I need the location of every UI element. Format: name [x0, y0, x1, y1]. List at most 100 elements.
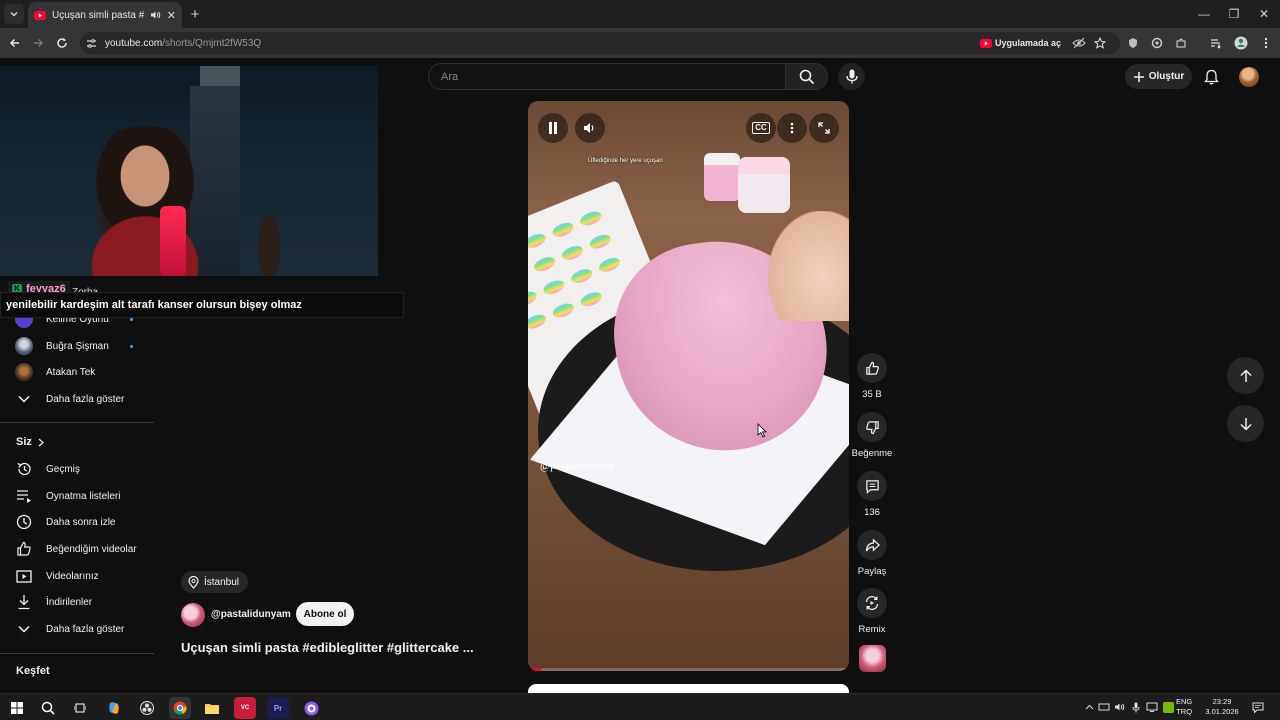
minimize-icon[interactable]: —	[1194, 4, 1214, 24]
reload-icon[interactable]	[52, 33, 72, 53]
extensions-puzzle-icon[interactable]	[1173, 35, 1189, 51]
extension-shield-icon[interactable]	[1125, 35, 1141, 51]
video-scene-jar	[738, 157, 790, 213]
new-tab-button[interactable]: +	[186, 5, 204, 23]
mic-icon	[845, 69, 858, 84]
search-input[interactable]: Ara	[428, 63, 786, 90]
arrow-down-icon	[1239, 417, 1252, 431]
tray-clock[interactable]: 23:29 3.01.2026	[1203, 697, 1241, 717]
sidebar-sub-atakan-tek[interactable]: Atakan Tek	[14, 361, 154, 383]
sidebar-item-label: İndirilenler	[46, 596, 93, 608]
download-icon	[14, 592, 34, 612]
previous-short-button[interactable]	[1227, 357, 1264, 394]
sound-thumbnail[interactable]	[859, 645, 886, 672]
sidebar-show-more-subscriptions[interactable]: Daha fazla göster	[14, 388, 154, 410]
sidebar-divider	[0, 653, 154, 654]
sidebar-item-history[interactable]: Geçmiş	[14, 458, 154, 480]
media-controls-icon[interactable]	[1208, 35, 1224, 51]
more-vert-icon	[790, 122, 794, 134]
tray-mic-icon[interactable]	[1130, 701, 1142, 713]
like-button[interactable]: 35 B	[851, 353, 893, 400]
voice-changer-app-icon[interactable]: VC	[234, 697, 256, 719]
obs-studio-icon[interactable]	[136, 697, 158, 719]
extension-circle-icon[interactable]	[1149, 35, 1165, 51]
channel-name[interactable]: @pastalidunyam	[211, 609, 291, 620]
subscribe-button[interactable]: Abone ol	[296, 602, 354, 626]
sidebar-section-you[interactable]: Siz	[16, 436, 44, 448]
close-window-icon[interactable]: ✕	[1254, 4, 1274, 24]
remix-button[interactable]: Remix	[851, 588, 893, 635]
task-view-icon[interactable]	[69, 697, 91, 719]
shorts-video-player[interactable]: Üflediğinde her yere uçuşan @pastaliduny…	[528, 101, 849, 671]
tray-volume-icon[interactable]	[1114, 701, 1126, 713]
watch-later-icon	[14, 512, 34, 532]
comments-button[interactable]: 136	[851, 471, 893, 518]
tray-nvidia-icon[interactable]	[1162, 701, 1174, 713]
sidebar-show-more-you[interactable]: Daha fazla göster	[14, 618, 154, 640]
tray-device-icon[interactable]	[1098, 701, 1110, 713]
bell-icon	[1203, 69, 1219, 85]
tab-audio-icon[interactable]	[150, 10, 161, 20]
open-in-app-button[interactable]: Uygulamada aç	[980, 34, 1061, 52]
youtube-favicon-icon	[34, 10, 46, 20]
profile-avatar-icon[interactable]	[1233, 35, 1249, 51]
premiere-pro-icon[interactable]: Pr	[267, 697, 289, 719]
forward-icon[interactable]	[28, 33, 48, 53]
account-avatar[interactable]	[1239, 67, 1259, 87]
your-videos-icon	[14, 566, 34, 586]
chevron-down-icon	[14, 389, 34, 409]
eye-off-icon[interactable]	[1071, 35, 1087, 51]
volume-button[interactable]	[575, 113, 605, 143]
active-tab[interactable]: Uçuşan simli pasta #edible ✕	[28, 2, 182, 28]
file-explorer-icon[interactable]	[201, 697, 223, 719]
short-title[interactable]: Uçuşan simli pasta #edibleglitter #glitt…	[181, 640, 474, 655]
bookmark-star-icon[interactable]	[1092, 35, 1108, 51]
voice-search-button[interactable]	[838, 63, 865, 90]
fullscreen-icon	[818, 122, 830, 134]
sidebar-item-label: Geçmiş	[46, 463, 80, 475]
sidebar-item-playlists[interactable]: Oynatma listeleri	[14, 485, 154, 507]
tab-search-button[interactable]	[4, 4, 24, 24]
sidebar-item-watch-later[interactable]: Daha sonra izle	[14, 511, 154, 533]
pause-button[interactable]	[538, 113, 568, 143]
section-title: Siz	[16, 436, 32, 448]
input-language-indicator[interactable]: ENG TRQ	[1176, 697, 1192, 717]
create-button[interactable]: Oluştur	[1125, 64, 1192, 89]
discord-app-icon[interactable]	[300, 697, 322, 719]
url-host: youtube.com	[105, 37, 163, 49]
browser-menu-icon[interactable]	[1258, 35, 1274, 51]
sidebar-item-downloads[interactable]: İndirilenler	[14, 591, 154, 613]
windows-start-icon[interactable]	[6, 697, 28, 719]
more-options-button[interactable]	[777, 113, 807, 143]
notifications-button[interactable]	[1200, 66, 1222, 88]
tray-overflow-chevron-icon[interactable]	[1083, 701, 1095, 713]
next-short-button[interactable]	[1227, 405, 1264, 442]
share-button[interactable]: Paylaş	[851, 530, 893, 577]
address-bar[interactable]: youtube.com/shorts/Qmjmt2fW53Q	[80, 32, 1120, 54]
sidebar-item-liked-videos[interactable]: Beğendiğim videolar	[14, 538, 154, 560]
clock-time: 23:29	[1212, 697, 1232, 706]
sidebar-item-label: Videolarınız	[46, 570, 99, 582]
location-chip[interactable]: İstanbul	[181, 571, 249, 593]
sidebar-item-your-videos[interactable]: Videolarınız	[14, 565, 154, 587]
tab-close-icon[interactable]: ✕	[167, 9, 176, 22]
video-progress-bar[interactable]	[528, 668, 849, 671]
channel-avatar[interactable]	[181, 603, 205, 627]
tray-network-icon[interactable]	[1146, 701, 1158, 713]
back-icon[interactable]	[5, 33, 25, 53]
sidebar-item-label: Atakan Tek	[46, 366, 96, 378]
notification-center-icon[interactable]	[1252, 701, 1264, 713]
comment-count: 136	[864, 507, 880, 518]
chrome-icon[interactable]	[169, 697, 191, 719]
copilot-icon[interactable]	[103, 697, 125, 719]
captions-button[interactable]: CC	[746, 113, 776, 143]
taskbar-search-icon[interactable]	[37, 697, 59, 719]
site-info-icon[interactable]	[86, 38, 97, 49]
remix-label: Remix	[858, 624, 886, 635]
search-button[interactable]	[785, 63, 828, 90]
clock-date: 3.01.2026	[1205, 707, 1239, 716]
fullscreen-button[interactable]	[809, 113, 839, 143]
restore-icon[interactable]: ❐	[1224, 4, 1244, 24]
sidebar-sub-bugra-sisman[interactable]: Buğra Şişman	[14, 335, 154, 357]
dislike-button[interactable]: Beğenme	[851, 412, 893, 459]
